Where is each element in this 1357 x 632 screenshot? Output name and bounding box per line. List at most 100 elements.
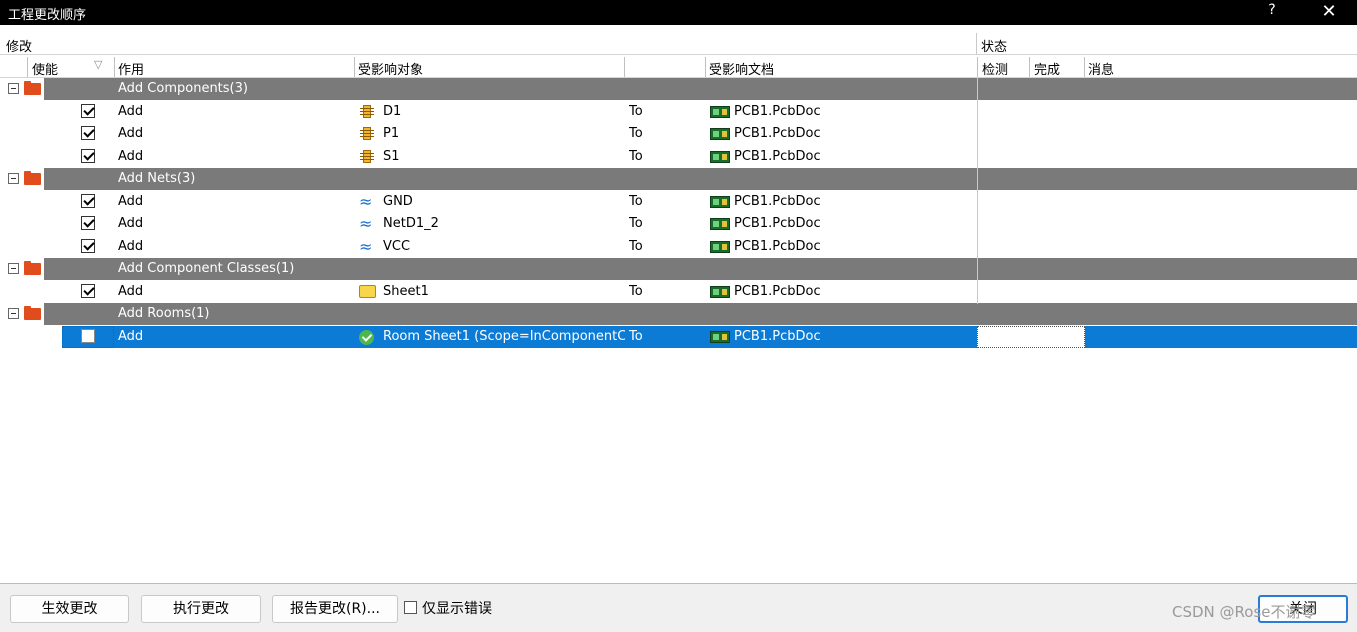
pcb-document-icon <box>710 218 730 230</box>
column-separator <box>27 57 28 77</box>
enable-checkbox[interactable] <box>81 104 95 118</box>
component-icon <box>359 104 377 120</box>
action-cell: Add <box>118 149 144 164</box>
affected-document-cell: PCB1.PcbDoc <box>734 239 821 254</box>
affected-object-cell: NetD1_2 <box>383 216 439 231</box>
action-cell: Add <box>118 216 144 231</box>
change-row[interactable]: Add ≈ GND To PCB1.PcbDoc <box>0 191 1357 213</box>
component-icon <box>359 149 377 165</box>
change-row[interactable]: Add P1 To PCB1.PcbDoc <box>0 123 1357 145</box>
column-header-message[interactable]: 消息 <box>1088 59 1114 78</box>
group-label: Add Nets(3) <box>118 171 196 186</box>
change-row[interactable]: Add D1 To PCB1.PcbDoc <box>0 101 1357 123</box>
action-cell: Add <box>118 104 144 119</box>
affected-object-cell: P1 <box>383 126 400 141</box>
collapse-icon[interactable] <box>8 263 19 274</box>
column-separator <box>1029 57 1030 77</box>
button-bar: 生效更改 执行更改 报告更改(R)... 仅显示错误 关闭 CSDN @Rose… <box>0 583 1357 632</box>
validate-changes-button[interactable]: 生效更改 <box>10 595 129 623</box>
enable-checkbox[interactable] <box>81 284 95 298</box>
change-row[interactable]: Add ≈ VCC To PCB1.PcbDoc <box>0 236 1357 258</box>
to-cell: To <box>629 104 643 119</box>
change-row[interactable]: Add S1 To PCB1.PcbDoc <box>0 146 1357 168</box>
affected-object-cell: Room Sheet1 (Scope=InComponentClass <box>383 329 625 344</box>
to-cell: To <box>629 216 643 231</box>
collapse-icon[interactable] <box>8 83 19 94</box>
focus-outline <box>977 326 1085 348</box>
change-row[interactable]: Add Room Sheet1 (Scope=InComponentClass To… <box>0 326 1357 348</box>
change-row[interactable]: Add ≈ NetD1_2 To PCB1.PcbDoc <box>0 213 1357 235</box>
collapse-icon[interactable] <box>8 173 19 184</box>
enable-checkbox[interactable] <box>81 126 95 140</box>
change-row[interactable]: Add Sheet1 To PCB1.PcbDoc <box>0 281 1357 303</box>
action-cell: Add <box>118 284 144 299</box>
folder-icon <box>24 306 41 320</box>
help-button[interactable]: ? <box>1262 2 1282 22</box>
column-header-affected-object[interactable]: 受影响对象 <box>358 59 423 78</box>
column-header-check[interactable]: 检测 <box>982 59 1008 78</box>
pcb-document-icon <box>710 151 730 163</box>
pcb-document-icon <box>710 196 730 208</box>
affected-document-cell: PCB1.PcbDoc <box>734 126 821 141</box>
enable-checkbox[interactable] <box>81 194 95 208</box>
room-icon <box>359 330 374 345</box>
to-cell: To <box>629 126 643 141</box>
affected-object-cell: D1 <box>383 104 402 119</box>
window-title: 工程更改顺序 <box>8 8 87 23</box>
enable-checkbox[interactable] <box>81 239 95 253</box>
group-label: Add Component Classes(1) <box>118 261 295 276</box>
enable-checkbox[interactable] <box>81 216 95 230</box>
folder-icon <box>359 285 376 298</box>
to-cell: To <box>629 194 643 209</box>
group-header-modify: 修改 <box>6 40 33 55</box>
net-icon: ≈ <box>359 216 373 232</box>
affected-object-cell: VCC <box>383 239 411 254</box>
group-label: Add Components(3) <box>118 81 248 96</box>
to-cell: To <box>629 149 643 164</box>
enable-checkbox[interactable] <box>81 149 95 163</box>
group-row[interactable]: Add Nets(3) <box>0 168 1357 190</box>
report-changes-button[interactable]: 报告更改(R)... <box>272 595 398 623</box>
close-window-button[interactable]: ✕ <box>1314 0 1344 25</box>
column-header-enable[interactable]: 使能 <box>32 59 58 78</box>
column-header-affected-document[interactable]: 受影响文档 <box>709 59 774 78</box>
status-column-divider <box>977 78 978 304</box>
group-row[interactable]: Add Component Classes(1) <box>0 258 1357 280</box>
action-cell: Add <box>118 239 144 254</box>
column-header-done[interactable]: 完成 <box>1034 59 1060 78</box>
pcb-document-icon <box>710 286 730 298</box>
affected-document-cell: PCB1.PcbDoc <box>734 216 821 231</box>
execute-changes-button[interactable]: 执行更改 <box>141 595 261 623</box>
group-label: Add Rooms(1) <box>118 306 210 321</box>
collapse-icon[interactable] <box>8 308 19 319</box>
affected-document-cell: PCB1.PcbDoc <box>734 104 821 119</box>
watermark-text: CSDN @Rose不谢零 <box>1172 603 1316 621</box>
to-cell: To <box>629 284 643 299</box>
pcb-document-icon <box>710 331 730 343</box>
net-icon: ≈ <box>359 239 373 255</box>
column-group-header: 修改 状态 <box>0 33 1357 55</box>
pcb-document-icon <box>710 128 730 140</box>
action-cell: Add <box>118 194 144 209</box>
filter-icon[interactable]: ▽ <box>94 58 102 71</box>
folder-icon <box>24 171 41 185</box>
folder-icon <box>24 261 41 275</box>
to-cell: To <box>629 239 643 254</box>
only-show-errors-label: 仅显示错误 <box>422 601 492 617</box>
affected-document-cell: PCB1.PcbDoc <box>734 149 821 164</box>
action-cell: Add <box>118 329 144 344</box>
column-separator <box>114 57 115 77</box>
group-row[interactable]: Add Rooms(1) <box>0 303 1357 325</box>
column-header-action[interactable]: 作用 <box>118 59 144 78</box>
affected-document-cell: PCB1.PcbDoc <box>734 194 821 209</box>
group-row[interactable]: Add Components(3) <box>0 78 1357 100</box>
component-icon <box>359 126 377 142</box>
only-show-errors-checkbox[interactable] <box>404 601 417 614</box>
title-bar: 工程更改顺序 ? ✕ <box>0 0 1357 25</box>
net-icon: ≈ <box>359 194 373 210</box>
row-gutter <box>0 326 62 348</box>
group-header-status: 状态 <box>981 40 1008 55</box>
folder-icon <box>24 81 41 95</box>
enable-checkbox[interactable] <box>81 329 95 343</box>
affected-object-cell: GND <box>383 194 413 209</box>
